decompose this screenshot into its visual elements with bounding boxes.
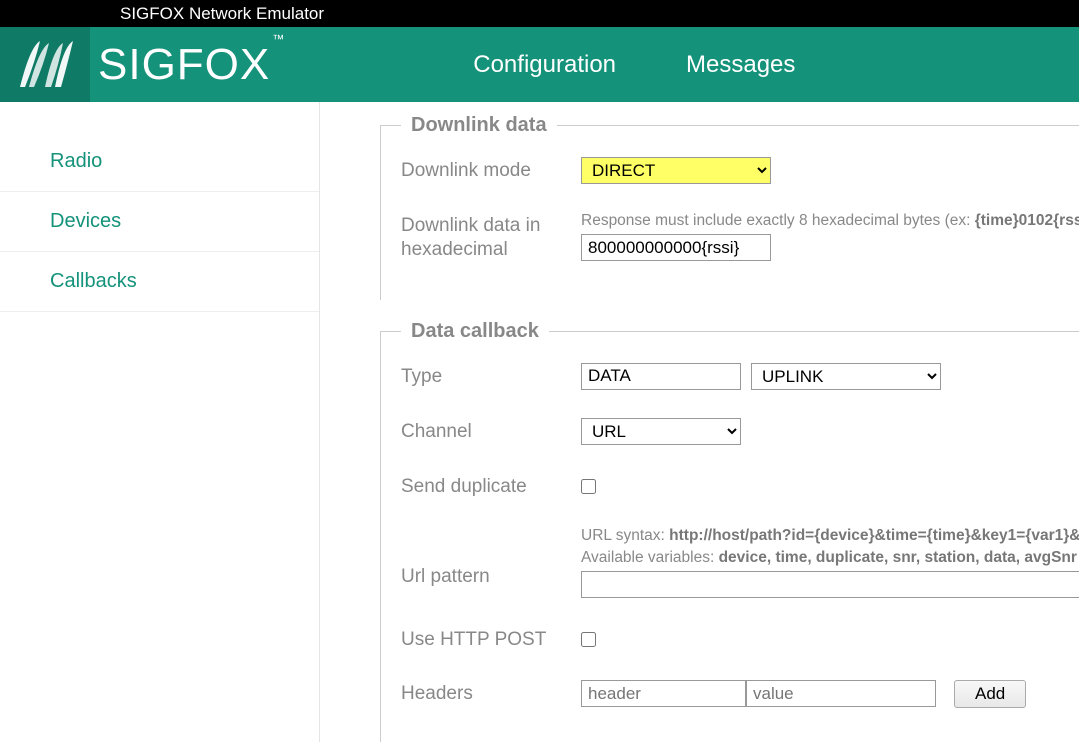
downlink-data-hint: Response must include exactly 8 hexadeci… <box>581 212 1079 230</box>
http-post-checkbox[interactable] <box>581 632 596 647</box>
brand-wordmark: SIGFOX™ <box>90 40 283 90</box>
row-duplicate: Send duplicate <box>401 473 1079 499</box>
brand-trademark: ™ <box>272 32 285 46</box>
downlink-mode-label: Downlink mode <box>401 157 581 183</box>
row-downlink-data: Downlink data in hexadecimal Response mu… <box>401 212 1079 262</box>
sidebar-item-label: Radio <box>50 150 102 172</box>
sidebar: Radio Devices Callbacks <box>0 102 320 742</box>
downlink-mode-select[interactable]: DIRECT <box>581 157 771 184</box>
callback-legend: Data callback <box>401 320 549 343</box>
channel-label: Channel <box>401 418 581 444</box>
channel-select[interactable]: URL <box>581 418 741 445</box>
sidebar-item-callbacks[interactable]: Callbacks <box>0 252 319 312</box>
downlink-hint-prefix: Response must include exactly 8 hexadeci… <box>581 212 975 229</box>
url-pattern-input[interactable] <box>581 571 1079 598</box>
headers-label: Headers <box>401 680 581 706</box>
direction-select[interactable]: UPLINK <box>751 363 941 390</box>
callback-fieldset: Data callback Type UPLINK Channel URL <box>380 320 1079 742</box>
sidebar-item-label: Devices <box>50 210 121 232</box>
duplicate-label: Send duplicate <box>401 473 581 499</box>
header-name-input[interactable] <box>581 680 746 707</box>
url-hint2-bold: device, time, duplicate, snr, station, d… <box>719 549 1077 566</box>
url-hint1-prefix: URL syntax: <box>581 527 669 544</box>
top-bar-title: SIGFOX Network Emulator <box>120 4 324 23</box>
url-hint1: URL syntax: http://host/path?id={device}… <box>581 527 1079 545</box>
url-hint1-bold: http://host/path?id={device}&time={time}… <box>669 527 1079 544</box>
row-type: Type UPLINK <box>401 363 1079 390</box>
downlink-hint-bold: {time}0102{rssi} <box>975 212 1079 229</box>
header: SIGFOX™ Configuration Messages <box>0 27 1079 102</box>
row-headers: Headers Add <box>401 680 1079 708</box>
row-downlink-mode: Downlink mode DIRECT <box>401 157 1079 184</box>
sigfox-logo-icon <box>15 37 75 92</box>
downlink-data-label: Downlink data in hexadecimal <box>401 212 581 262</box>
row-http-post: Use HTTP POST <box>401 626 1079 652</box>
sidebar-item-devices[interactable]: Devices <box>0 192 319 252</box>
duplicate-checkbox[interactable] <box>581 479 596 494</box>
url-pattern-label: Url pattern <box>401 527 581 589</box>
http-post-label: Use HTTP POST <box>401 626 581 652</box>
nav-messages[interactable]: Messages <box>686 51 795 79</box>
main-content: Downlink data Downlink mode DIRECT Downl… <box>320 102 1079 742</box>
row-channel: Channel URL <box>401 418 1079 445</box>
type-input[interactable] <box>581 363 741 390</box>
url-hint2-prefix: Available variables: <box>581 549 719 566</box>
downlink-legend: Downlink data <box>401 114 557 137</box>
downlink-fieldset: Downlink data Downlink mode DIRECT Downl… <box>380 114 1079 300</box>
body: Radio Devices Callbacks Downlink data Do… <box>0 102 1079 742</box>
nav-configuration[interactable]: Configuration <box>473 51 616 79</box>
add-header-button[interactable]: Add <box>954 680 1026 708</box>
top-bar: SIGFOX Network Emulator <box>0 0 1079 27</box>
row-url-pattern: Url pattern URL syntax: http://host/path… <box>401 527 1079 598</box>
main-nav: Configuration Messages <box>473 51 795 79</box>
brand-text: SIGFOX <box>98 40 270 89</box>
sidebar-item-label: Callbacks <box>50 270 137 292</box>
logo-box <box>0 27 90 102</box>
downlink-data-input[interactable] <box>581 234 771 261</box>
url-hint2: Available variables: device, time, dupli… <box>581 549 1079 567</box>
type-label: Type <box>401 363 581 389</box>
header-value-input[interactable] <box>746 680 936 707</box>
sidebar-item-radio[interactable]: Radio <box>0 132 319 192</box>
